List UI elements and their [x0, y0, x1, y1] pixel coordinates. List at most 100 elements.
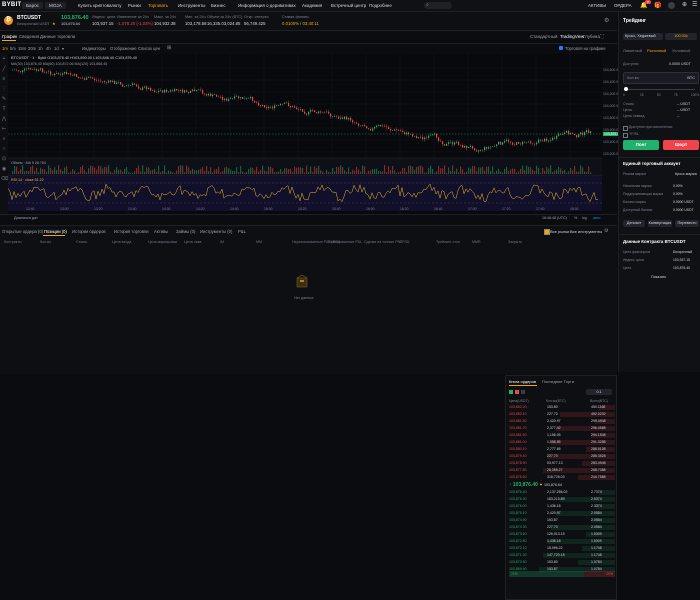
fib-icon[interactable]: ⋮: [1, 86, 7, 92]
nav-assets[interactable]: АКТИВЫ: [588, 3, 606, 8]
display-button[interactable]: Отображение: [110, 46, 137, 51]
interval-4h[interactable]: 4h: [46, 46, 51, 51]
order-type-market[interactable]: Рыночный: [647, 48, 666, 53]
margin-mode-select[interactable]: Кросс, Хеджевый: [623, 33, 663, 40]
tab-info[interactable]: Сведения: [19, 34, 39, 39]
brush-icon[interactable]: ✎: [1, 96, 7, 102]
positions-tab[interactable]: P&L: [238, 229, 246, 234]
view-both-icon[interactable]: [509, 390, 513, 394]
view-asks-icon[interactable]: [515, 390, 519, 394]
order-type-limit[interactable]: Лимитный: [623, 48, 642, 53]
price-chart[interactable]: BTCUSDT · 1 · Bybit O103,876.40 H103,890…: [8, 54, 602, 214]
bid-row[interactable]: 103,870.50 153.80 1.0784: [509, 560, 615, 566]
reduce-only-checkbox[interactable]: [623, 126, 628, 131]
view-bids-icon[interactable]: [521, 390, 525, 394]
text-icon[interactable]: T: [1, 106, 7, 112]
quantity-input[interactable]: Кол-во BTC: [623, 72, 699, 84]
crosshair-icon[interactable]: +: [1, 56, 7, 62]
positions-tab[interactable]: Позиции (0): [44, 229, 67, 234]
lock-icon[interactable]: ⊡: [1, 156, 7, 162]
tab-depth[interactable]: Глубина: [583, 34, 600, 39]
bid-row[interactable]: 103,873.60 126,913.15 1.5309: [509, 532, 615, 538]
leverage-select[interactable]: 100.00x: [665, 33, 697, 40]
chevron-down-icon[interactable]: ▾: [62, 46, 64, 51]
interval-1d[interactable]: 1d: [54, 46, 59, 51]
fullscreen-icon[interactable]: ⛶: [600, 34, 604, 40]
nav-more[interactable]: Подробнее: [369, 3, 392, 8]
nav-academy[interactable]: Академия: [302, 3, 322, 8]
positions-tab[interactable]: Активы: [154, 229, 168, 234]
ask-row[interactable]: 103,876.50 318,726.03 244.7588: [509, 475, 615, 481]
auto-toggle[interactable]: авто: [593, 216, 600, 220]
menu-icon[interactable]: ☰: [692, 1, 700, 9]
uta-margin-mode-value[interactable]: Кросс-маржа: [675, 172, 697, 176]
ask-row[interactable]: 103,878.90 53,977.13 283.4948: [509, 461, 615, 467]
ask-row[interactable]: 103,881.80 2,420.97 299.4948: [509, 419, 615, 425]
nav-tools[interactable]: Инструменты: [178, 3, 205, 8]
settings-icon[interactable]: ⚙: [604, 17, 609, 24]
ask-row[interactable]: 103,877.80 26,355.27 268.7388: [509, 468, 615, 474]
bid-row[interactable]: 103,872.10 15,996.22 1.1748: [509, 546, 615, 552]
zoom-icon[interactable]: ⌕: [1, 136, 7, 142]
long-button[interactable]: Лонг: [623, 140, 659, 150]
gift-icon[interactable]: 🎁: [654, 2, 661, 9]
interval-1m[interactable]: 1m: [2, 46, 8, 51]
tab-standard[interactable]: Стандартный: [530, 34, 557, 39]
search-box[interactable]: ⌕: [424, 2, 452, 9]
magnet-icon[interactable]: ∩: [1, 146, 7, 152]
trash-icon[interactable]: ⌫: [1, 176, 8, 182]
bid-row[interactable]: 103,876.30 183,215.89 2.5374: [509, 497, 615, 503]
bid-row[interactable]: 103,876.00 1,436.18 2.3374: [509, 504, 615, 510]
qty-slider-handle[interactable]: [624, 87, 628, 91]
all-instruments-label[interactable]: Все инструменты: [570, 229, 602, 234]
chart-canvas[interactable]: [8, 54, 602, 214]
ask-row[interactable]: 103,881.50 1,156.05 294.1548: [509, 433, 615, 439]
star-icon[interactable]: ★: [52, 21, 56, 26]
positions-tab[interactable]: Займы (0): [176, 229, 195, 234]
order-type-conditional[interactable]: Условный: [672, 48, 690, 53]
pattern-icon[interactable]: ⋀: [1, 116, 7, 122]
layout-icon[interactable]: ⊞: [167, 45, 171, 51]
bid-row[interactable]: 103,872.80 1,436.18 1.5309: [509, 539, 615, 545]
interval-5m[interactable]: 5m: [10, 46, 16, 51]
avatar[interactable]: [668, 2, 675, 9]
deposit-button[interactable]: Депозит: [623, 220, 645, 227]
percent-toggle[interactable]: %: [574, 216, 577, 220]
date-range-button[interactable]: Диапазон дат: [14, 216, 38, 220]
settings-icon[interactable]: ⚙: [604, 228, 608, 234]
bybit-logo[interactable]: BYBIT: [2, 2, 22, 8]
quantity-unit[interactable]: BTC: [687, 76, 695, 80]
positions-tab[interactable]: Открытые ордера (0): [2, 229, 43, 234]
bid-row[interactable]: 103,876.40 2,137,256.02 2.7374: [509, 490, 615, 496]
nav-trade[interactable]: Торговать: [148, 3, 168, 8]
ask-row[interactable]: 103,879.40 227.70 285.3528: [509, 454, 615, 460]
checkbox-icon[interactable]: [559, 46, 563, 50]
bid-row[interactable]: 103,875.10 2,420.97 2.0584: [509, 511, 615, 517]
interval-1h[interactable]: 1h: [38, 46, 43, 51]
nav-markets[interactable]: Рынки: [128, 3, 141, 8]
utc-clock[interactable]: 18:46:48 (UTC): [542, 216, 567, 220]
horizontal-line-icon[interactable]: ≡: [1, 76, 7, 82]
nav-derivatives-info[interactable]: Информация о деривативах: [238, 3, 296, 8]
qty-slider[interactable]: [625, 89, 695, 90]
show-more-link[interactable]: Показать: [651, 275, 666, 279]
nav-pill-2[interactable]: MOJA: [45, 2, 66, 9]
short-button[interactable]: Шорт: [663, 140, 699, 150]
tpsl-checkbox[interactable]: [623, 133, 628, 138]
price-list-button[interactable]: Список цен: [138, 46, 160, 51]
log-toggle[interactable]: log: [582, 216, 587, 220]
interval-15m[interactable]: 15m: [18, 46, 26, 51]
nav-orders[interactable]: ОРДЕРА: [614, 3, 632, 8]
positions-tab[interactable]: Инструменты (0): [200, 229, 232, 234]
positions-tab[interactable]: История торговли: [114, 229, 149, 234]
tab-tradingview[interactable]: TradingView: [560, 34, 584, 39]
interval-30m[interactable]: 30m: [28, 46, 36, 51]
measure-icon[interactable]: ⊢: [1, 126, 7, 132]
nav-buy-crypto[interactable]: Купить криптовалюту: [78, 3, 121, 8]
bid-row[interactable]: 103,874.90 153.87 2.0584: [509, 518, 615, 524]
all-markets-label[interactable]: Все рынки: [550, 229, 569, 234]
bid-row[interactable]: 103,869.90 153.87 1.0784: [509, 567, 615, 573]
tab-trading-data[interactable]: Данные торговли: [40, 34, 75, 39]
price-axis[interactable]: 104,600.00 104,400.00 104,200.00 104,000.00…: [602, 54, 622, 214]
bid-row[interactable]: 103,874.30 227.70 2.0584: [509, 525, 615, 531]
